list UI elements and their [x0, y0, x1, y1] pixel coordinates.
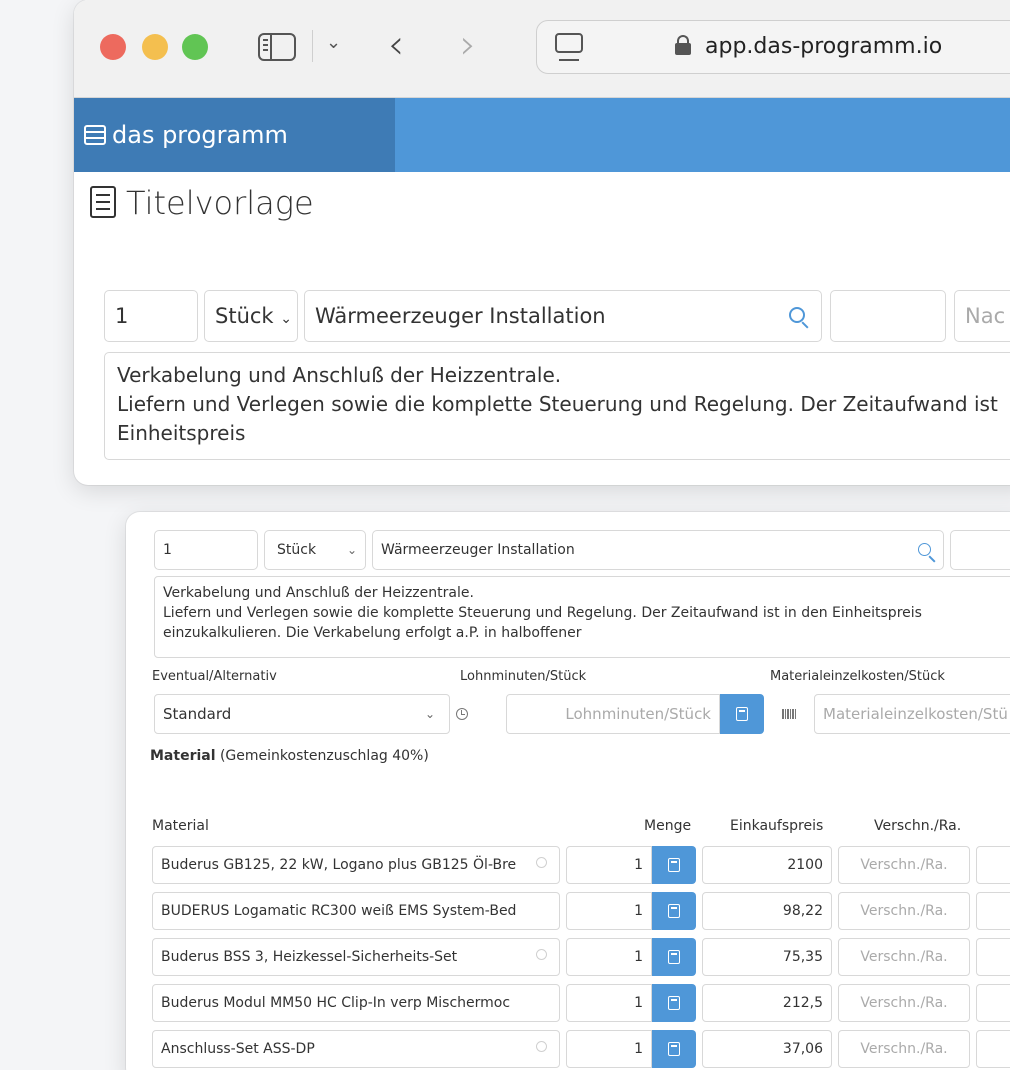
material-qty-input[interactable]: 1: [566, 938, 652, 976]
app-header: das programm: [74, 98, 1010, 172]
search-icon[interactable]: [536, 949, 547, 960]
next-column-input[interactable]: [976, 984, 1010, 1022]
purchase-price-input[interactable]: 212,5: [702, 984, 832, 1022]
clock-icon: [456, 708, 468, 720]
unit-select[interactable]: Stück ⌄: [204, 290, 298, 342]
material-name-input[interactable]: Anschluss-Set ASS-DP: [152, 1030, 560, 1068]
chevron-down-icon: ⌄: [424, 707, 435, 721]
chevron-down-icon: ⌄: [280, 311, 293, 327]
material-name-input[interactable]: Buderus BSS 3, Heizkessel-Sicherheits-Se…: [152, 938, 560, 976]
material-qty-input[interactable]: 1: [566, 984, 652, 1022]
panel-quantity-input[interactable]: 1: [154, 530, 258, 570]
material-name-input[interactable]: BUDERUS Logamatic RC300 weiß EMS System-…: [152, 892, 560, 930]
purchase-price-input[interactable]: 98,22: [702, 892, 832, 930]
table-row: Buderus BSS 3, Heizkessel-Sicherheits-Se…: [126, 938, 1010, 976]
zoom-window-button[interactable]: [182, 34, 208, 60]
next-column-input[interactable]: [976, 1030, 1010, 1068]
panel-unit-select[interactable]: Stück ⌄: [264, 530, 366, 570]
next-input[interactable]: Nac: [954, 290, 1010, 342]
waste-discount-input[interactable]: Verschn./Ra.: [838, 984, 970, 1022]
column-header-einkaufspreis: Einkaufspreis: [730, 818, 824, 834]
table-row: Buderus Modul MM50 HC Clip-In verp Misch…: [126, 984, 1010, 1022]
page-title-text: Titelvorlage: [126, 184, 314, 222]
purchase-price-input[interactable]: 2100: [702, 846, 832, 884]
search-icon[interactable]: [536, 1041, 547, 1052]
qty-calculator-button[interactable]: [652, 1030, 696, 1068]
waste-discount-input[interactable]: Verschn./Ra.: [838, 938, 970, 976]
material-cost-label: Materialeinzelkosten/Stück: [770, 669, 945, 684]
search-icon[interactable]: [918, 543, 931, 556]
table-row: BUDERUS Logamatic RC300 weiß EMS System-…: [126, 892, 1010, 930]
back-button[interactable]: ‹: [388, 20, 404, 70]
minimize-window-button[interactable]: [142, 34, 168, 60]
column-header-menge: Menge: [644, 818, 692, 834]
material-qty-input[interactable]: 1: [566, 846, 652, 884]
description-textarea[interactable]: Verkabelung und Anschluß der Heizzentral…: [104, 352, 1010, 460]
material-name-input[interactable]: Buderus GB125, 22 kW, Logano plus GB125 …: [152, 846, 560, 884]
material-qty-input[interactable]: 1: [566, 1030, 652, 1068]
lohn-label: Lohnminuten/Stück: [460, 669, 587, 684]
material-section-title: Material (Gemeinkostenzuschlag 40%): [150, 748, 429, 764]
list-icon: [90, 186, 116, 218]
search-icon[interactable]: [536, 857, 547, 868]
column-header-verschnitt: Verschn./Ra.: [874, 818, 962, 834]
waste-discount-input[interactable]: Verschn./Ra.: [838, 846, 970, 884]
server-icon: [84, 125, 106, 145]
close-window-button[interactable]: [100, 34, 126, 60]
tab-overview-icon[interactable]: [555, 33, 583, 61]
qty-calculator-button[interactable]: [652, 846, 696, 884]
title-input[interactable]: Wärmeerzeuger Installation: [304, 290, 822, 342]
url-text: app.das-programm.io: [705, 34, 943, 59]
lock-icon: [675, 35, 691, 55]
position-editor-panel: 1 Stück ⌄ Wärmeerzeuger Installation Ver…: [126, 512, 1010, 1070]
column-header-material: Material: [152, 818, 209, 834]
chevron-down-icon: ⌄: [346, 543, 357, 557]
next-column-input[interactable]: [976, 846, 1010, 884]
search-icon[interactable]: [789, 307, 805, 323]
panel-title-input[interactable]: Wärmeerzeuger Installation: [372, 530, 944, 570]
next-column-input[interactable]: [976, 938, 1010, 976]
eventual-label: Eventual/Alternativ: [152, 669, 277, 684]
address-bar[interactable]: app.das-programm.io: [536, 20, 1010, 74]
toolbar-divider: [312, 30, 313, 62]
forward-button[interactable]: ›: [460, 20, 476, 70]
panel-extra-input[interactable]: [950, 530, 1010, 570]
page-title: Titelvorlage: [90, 184, 314, 222]
table-row: Buderus GB125, 22 kW, Logano plus GB125 …: [126, 846, 1010, 884]
waste-discount-input[interactable]: Verschn./Ra.: [838, 1030, 970, 1068]
panel-description-textarea[interactable]: Verkabelung und Anschluß der Heizzentral…: [154, 576, 1010, 658]
lohn-calculator-button[interactable]: [720, 694, 764, 734]
browser-window: ⌄ ‹ › app.das-programm.io das programm T…: [74, 0, 1010, 485]
material-cost-input[interactable]: Materialeinzelkosten/Stü: [814, 694, 1010, 734]
qty-calculator-button[interactable]: [652, 938, 696, 976]
brand-name: das programm: [112, 121, 288, 149]
lohn-input[interactable]: Lohnminuten/Stück: [506, 694, 720, 734]
material-qty-input[interactable]: 1: [566, 892, 652, 930]
sidebar-toggle-icon[interactable]: [258, 33, 296, 61]
table-row: Anschluss-Set ASS-DP 1 37,06 Verschn./Ra…: [126, 1030, 1010, 1068]
quantity-input[interactable]: 1: [104, 290, 198, 342]
waste-discount-input[interactable]: Verschn./Ra.: [838, 892, 970, 930]
purchase-price-input[interactable]: 37,06: [702, 1030, 832, 1068]
chevron-down-icon[interactable]: ⌄: [326, 32, 341, 53]
purchase-price-input[interactable]: 75,35: [702, 938, 832, 976]
qty-calculator-button[interactable]: [652, 984, 696, 1022]
eventual-select[interactable]: Standard ⌄: [154, 694, 450, 734]
brand[interactable]: das programm: [74, 98, 395, 172]
browser-toolbar: ⌄ ‹ › app.das-programm.io: [74, 0, 1010, 98]
qty-calculator-button[interactable]: [652, 892, 696, 930]
next-column-input[interactable]: [976, 892, 1010, 930]
barcode-icon: [782, 709, 796, 719]
material-name-input[interactable]: Buderus Modul MM50 HC Clip-In verp Misch…: [152, 984, 560, 1022]
extra-input[interactable]: [830, 290, 946, 342]
